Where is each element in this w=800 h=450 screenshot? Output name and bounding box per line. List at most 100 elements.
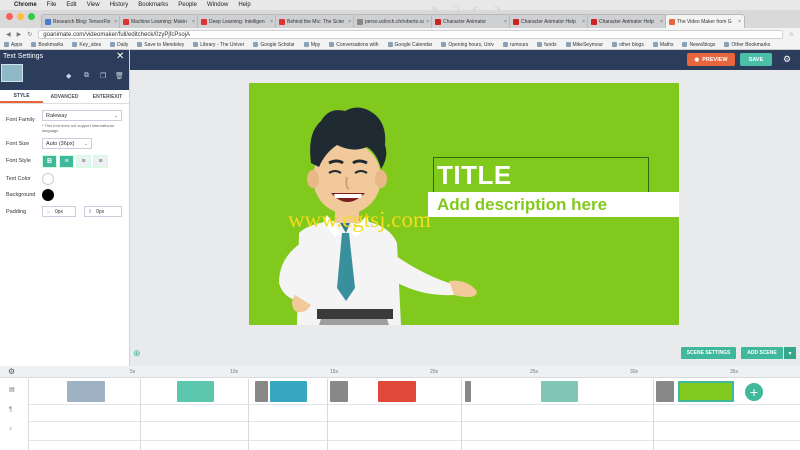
- menu-history[interactable]: History: [110, 2, 129, 8]
- scene-thumbnail[interactable]: [270, 381, 307, 402]
- menu-people[interactable]: People: [178, 2, 197, 8]
- tab-enter-exit[interactable]: ENTER/EXIT: [86, 90, 129, 103]
- reload-icon[interactable]: ↻: [27, 31, 32, 38]
- close-tab-icon[interactable]: ×: [582, 19, 585, 25]
- browser-tab[interactable]: Deep Learning: Intelligen ×: [197, 14, 277, 28]
- layer-icon[interactable]: ◆: [66, 72, 71, 80]
- bookmark-item[interactable]: Key_sites: [72, 42, 101, 48]
- browser-tab[interactable]: Character Animator Help ×: [509, 14, 589, 28]
- scene-thumbnail[interactable]: [330, 381, 348, 402]
- bold-button[interactable]: B: [42, 155, 57, 168]
- menu-window[interactable]: Window: [207, 2, 228, 8]
- scene-settings-button[interactable]: SCENE SETTINGS: [681, 347, 736, 359]
- bookmark-label: Opening hours, Univ: [448, 41, 494, 48]
- padding-vertical-input[interactable]: ⇕ 0px: [84, 206, 122, 217]
- align-left-button[interactable]: ≡: [59, 155, 74, 168]
- bookmark-item[interactable]: Conversations with: [329, 42, 379, 48]
- padding-horizontal-input[interactable]: ⇔ 0px: [42, 206, 76, 217]
- font-size-select[interactable]: Auto (36px) ⌄: [42, 138, 92, 149]
- scene-thumbnail-selected[interactable]: [678, 381, 734, 402]
- scene-description-text[interactable]: Add description here: [437, 195, 607, 215]
- menu-view[interactable]: View: [87, 2, 100, 8]
- window-controls: [0, 12, 41, 26]
- browser-tab[interactable]: Character Animator ×: [431, 14, 511, 28]
- url-input[interactable]: goanimate.com/videomaker/full/editcheck/…: [38, 29, 783, 39]
- close-window-icon[interactable]: [6, 12, 13, 20]
- add-scene-button[interactable]: ADD SCENE: [741, 347, 783, 359]
- back-icon[interactable]: ◀: [6, 31, 11, 38]
- close-tab-icon[interactable]: ×: [270, 19, 273, 25]
- bookmark-item[interactable]: Maths: [652, 42, 673, 48]
- browser-tab[interactable]: The Video Maker from G ×: [665, 14, 745, 28]
- add-scene-dropdown-icon[interactable]: ▾: [784, 347, 796, 359]
- timeline-tick-label: 15s: [330, 369, 339, 375]
- undo-icon[interactable]: ↶: [471, 5, 481, 15]
- scene-thumbnail[interactable]: [465, 381, 471, 402]
- close-icon[interactable]: ✕: [116, 51, 124, 62]
- bookmark-item[interactable]: rumours: [502, 42, 528, 48]
- menu-help[interactable]: Help: [238, 2, 250, 8]
- browser-tab[interactable]: Behind the Mic: The Scier ×: [275, 14, 355, 28]
- menu-file[interactable]: File: [47, 2, 57, 8]
- minimize-window-icon[interactable]: [17, 12, 24, 20]
- close-tab-icon[interactable]: ×: [738, 19, 741, 25]
- tab-style[interactable]: STYLE: [0, 90, 43, 103]
- bookmark-item[interactable]: Google Scholar: [253, 42, 295, 48]
- align-center-button[interactable]: ≡: [76, 155, 91, 168]
- close-tab-icon[interactable]: ×: [114, 19, 117, 25]
- bookmark-item[interactable]: Other Bookmarks: [724, 42, 770, 48]
- browser-tab[interactable]: Machine Learning: Makin ×: [119, 14, 199, 28]
- redo-icon[interactable]: ↷: [492, 5, 502, 15]
- paste-icon[interactable]: ❐: [451, 5, 461, 15]
- close-tab-icon[interactable]: ×: [426, 19, 429, 25]
- scene-thumbnail[interactable]: [177, 381, 214, 402]
- bookmark-item[interactable]: Library - The Univer: [193, 42, 244, 48]
- scene-thumbnail[interactable]: [67, 381, 105, 402]
- timeline-gear-icon[interactable]: ⚙: [8, 367, 15, 376]
- save-button[interactable]: SAVE: [740, 53, 772, 66]
- scene-thumbnail[interactable]: [656, 381, 674, 402]
- font-family-select[interactable]: Raleway ⌄: [42, 110, 122, 121]
- bookmark-item[interactable]: Mpy: [303, 42, 320, 48]
- browser-tab[interactable]: perso.uclinch.ch/roberto.cal ×: [353, 14, 433, 28]
- bookmark-item[interactable]: MikeSeymour: [565, 42, 603, 48]
- copy-icon[interactable]: ⧉: [430, 5, 440, 15]
- preview-button[interactable]: ◉ PREVIEW: [687, 53, 735, 66]
- menu-edit[interactable]: Edit: [66, 2, 76, 8]
- trash-icon[interactable]: 🗑: [115, 72, 124, 80]
- bookmark-item[interactable]: News/blogs: [682, 42, 715, 48]
- bookmark-item[interactable]: Google Calendar: [387, 42, 432, 48]
- zoom-in-icon[interactable]: ⊕: [133, 348, 143, 358]
- scene-thumbnail[interactable]: [255, 381, 268, 402]
- browser-tab[interactable]: Research Blog: TensorFlo ×: [41, 14, 121, 28]
- star-icon[interactable]: ☆: [789, 31, 794, 38]
- scene-title-text[interactable]: TITLE: [437, 160, 512, 191]
- text-color-swatch[interactable]: [42, 173, 54, 185]
- add-scene-plus-icon[interactable]: +: [745, 383, 763, 401]
- align-right-button[interactable]: ≡: [93, 155, 108, 168]
- bookmark-item[interactable]: Bookmarks: [31, 42, 63, 48]
- background-color-swatch[interactable]: [42, 189, 54, 201]
- close-tab-icon[interactable]: ×: [660, 19, 663, 25]
- bookmark-item[interactable]: funds: [537, 42, 557, 48]
- copy-style-icon[interactable]: ❐: [100, 72, 106, 80]
- bookmark-item[interactable]: other blogs: [612, 42, 644, 48]
- bookmark-item[interactable]: Daily: [110, 42, 128, 48]
- duplicate-icon[interactable]: ⧉: [84, 72, 89, 80]
- scene-thumbnail[interactable]: [541, 381, 578, 402]
- browser-tab[interactable]: Character Animator Help ×: [587, 14, 667, 28]
- bookmark-item[interactable]: Apps: [4, 42, 22, 48]
- menu-bookmarks[interactable]: Bookmarks: [138, 2, 168, 8]
- bookmark-item[interactable]: Opening hours, Univ: [441, 42, 494, 48]
- close-tab-icon[interactable]: ×: [192, 19, 195, 25]
- close-tab-icon[interactable]: ×: [504, 19, 507, 25]
- timeline-ruler: ⚙ 5s 10s 15s 20s 25s 30s 35s: [0, 366, 800, 378]
- close-tab-icon[interactable]: ×: [348, 19, 351, 25]
- bookmark-item[interactable]: Save to Mendeley: [137, 42, 184, 48]
- menu-chrome[interactable]: Chrome: [14, 2, 37, 8]
- gear-icon[interactable]: ⚙: [779, 53, 795, 66]
- forward-icon[interactable]: ▶: [17, 31, 22, 38]
- maximize-window-icon[interactable]: [28, 12, 35, 20]
- tab-advanced[interactable]: ADVANCED: [43, 90, 86, 103]
- scene-thumbnail[interactable]: [378, 381, 416, 402]
